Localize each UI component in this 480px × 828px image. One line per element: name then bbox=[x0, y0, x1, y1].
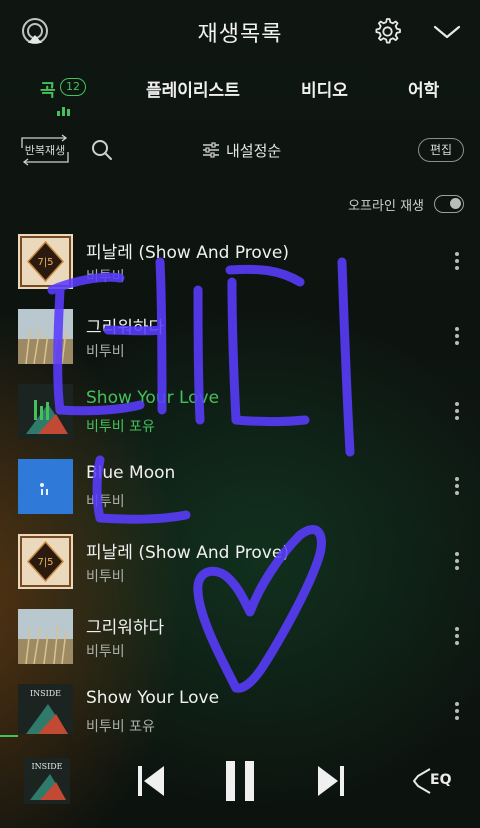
tab-playlist[interactable]: 플레이리스트 bbox=[146, 76, 240, 101]
pause-icon[interactable] bbox=[222, 760, 258, 802]
more-options-icon[interactable] bbox=[452, 702, 462, 724]
song-artist: 비투비 bbox=[86, 494, 125, 510]
more-options-icon[interactable] bbox=[452, 327, 462, 349]
edit-button[interactable]: 편집 bbox=[418, 138, 464, 162]
toggle-knob bbox=[450, 198, 461, 209]
tab-language[interactable]: 어학 bbox=[408, 76, 439, 101]
repeat-label: 반복재생 bbox=[24, 144, 66, 157]
album-art bbox=[18, 384, 73, 439]
song-title: 그리워하다 bbox=[86, 618, 165, 638]
tab-video[interactable]: 비디오 bbox=[301, 76, 348, 101]
album-art: 7|5 bbox=[18, 534, 73, 589]
song-row[interactable]: 그리워하다 비투비 bbox=[0, 299, 480, 374]
tab-songs[interactable]: 곡 bbox=[40, 76, 56, 101]
sliders-icon bbox=[203, 142, 219, 158]
tab-bar: 곡 12 플레이리스트 비디오 어학 bbox=[0, 72, 480, 122]
top-bar: 재생목록 bbox=[0, 0, 480, 64]
now-playing-bars-icon bbox=[57, 106, 73, 116]
mini-player: INSIDE EQ bbox=[0, 740, 480, 828]
song-row[interactable]: 그리워하다 비투비 bbox=[0, 599, 480, 674]
song-artist: 비투비 포유 bbox=[86, 719, 155, 734]
song-title: Show Your Love bbox=[86, 688, 220, 708]
offline-play-setting: 오프라인 재생 bbox=[304, 192, 464, 216]
gear-icon[interactable] bbox=[372, 16, 402, 46]
more-options-icon[interactable] bbox=[452, 252, 462, 274]
now-playing-album-art[interactable]: INSIDE bbox=[24, 758, 70, 804]
page-title: 재생목록 bbox=[197, 22, 283, 47]
previous-icon[interactable] bbox=[136, 764, 166, 798]
chevron-down-icon[interactable] bbox=[432, 20, 462, 44]
more-options-icon[interactable] bbox=[452, 402, 462, 424]
offline-toggle[interactable] bbox=[434, 195, 464, 213]
eq-button[interactable]: EQ bbox=[430, 772, 451, 788]
song-row[interactable]: 7|5 피날레 (Show And Prove) 비투비 bbox=[0, 524, 480, 599]
svg-text:7|5: 7|5 bbox=[37, 257, 53, 268]
more-options-icon[interactable] bbox=[452, 627, 462, 649]
song-title: Blue Moon bbox=[86, 463, 176, 483]
playback-progress[interactable] bbox=[0, 735, 18, 737]
song-title: 피날레 (Show And Prove) bbox=[86, 243, 289, 263]
song-title: 피날레 (Show And Prove) bbox=[86, 543, 289, 563]
album-art: INSIDE bbox=[18, 684, 73, 734]
offline-label: 오프라인 재생 bbox=[348, 199, 424, 214]
song-list: 7|5 피날레 (Show And Prove) 비투비 그리워하다 비투비 S… bbox=[0, 224, 480, 734]
svg-text:INSIDE: INSIDE bbox=[30, 689, 61, 698]
sort-label: 내설정순 bbox=[226, 142, 282, 160]
search-icon[interactable] bbox=[90, 138, 114, 162]
repeat-button[interactable]: 반복재생 bbox=[18, 134, 72, 166]
more-options-icon[interactable] bbox=[452, 552, 462, 574]
song-row[interactable]: INSIDE Show Your Love 비투비 포유 bbox=[0, 674, 480, 734]
svg-text:7|5: 7|5 bbox=[37, 557, 53, 568]
song-title: Show Your Love bbox=[86, 388, 220, 408]
song-row[interactable]: Blue Moon 비투비 bbox=[0, 449, 480, 524]
song-count-badge: 12 bbox=[60, 78, 86, 96]
album-art bbox=[18, 459, 73, 514]
album-art-text: INSIDE bbox=[31, 762, 62, 771]
more-options-icon[interactable] bbox=[452, 477, 462, 499]
song-artist: 비투비 bbox=[86, 569, 125, 585]
song-artist: 비투비 bbox=[86, 344, 125, 360]
song-artist: 비투비 포유 bbox=[86, 419, 155, 435]
album-art bbox=[18, 609, 73, 664]
list-controls: 반복재생 내설정순 편집 bbox=[0, 134, 480, 168]
song-row[interactable]: Show Your Love 비투비 포유 bbox=[0, 374, 480, 449]
song-row[interactable]: 7|5 피날레 (Show And Prove) 비투비 bbox=[0, 224, 480, 299]
album-art bbox=[18, 309, 73, 364]
next-icon[interactable] bbox=[316, 764, 346, 798]
song-artist: 비투비 bbox=[86, 644, 125, 660]
album-art: 7|5 bbox=[18, 234, 73, 289]
song-artist: 비투비 bbox=[86, 269, 125, 285]
song-title: 그리워하다 bbox=[86, 318, 165, 338]
